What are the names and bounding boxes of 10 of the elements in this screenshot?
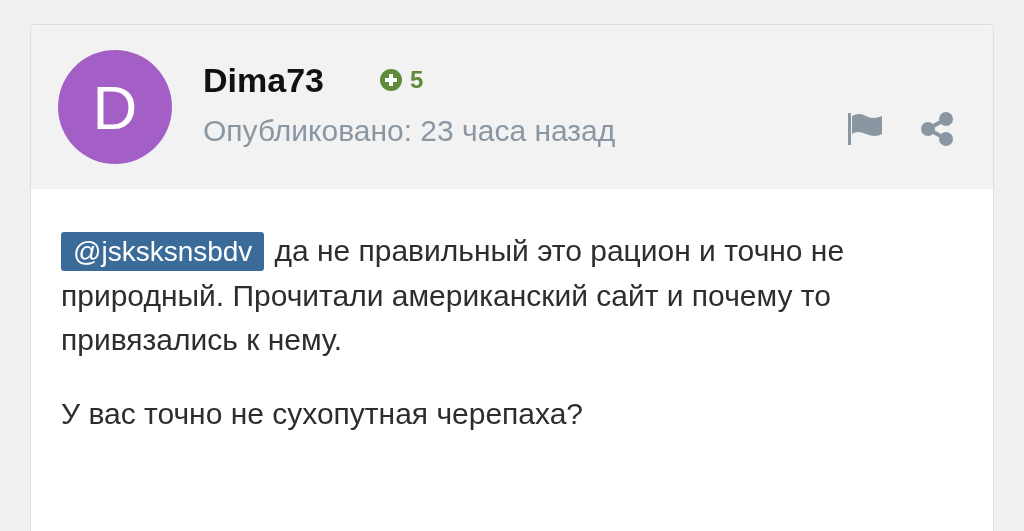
published-time: Опубликовано: 23 часа назад — [203, 113, 617, 148]
author-name[interactable]: Dima73 — [203, 60, 324, 100]
share-icon[interactable] — [921, 112, 953, 146]
flag-icon[interactable] — [847, 112, 883, 146]
avatar[interactable]: D — [58, 50, 172, 164]
reputation-count: 5 — [409, 66, 424, 94]
plus-icon — [379, 69, 402, 91]
comment-text: @jsksksnsbdv да не правильный это рацион и точно не природный. Прочитали американский сайт и почему то привязались к нему. — [61, 231, 846, 358]
comment-text: У вас точно не сухопутная черепаха? — [61, 396, 585, 432]
user-mention[interactable]: @jsksksnsbdv — [61, 232, 265, 271]
